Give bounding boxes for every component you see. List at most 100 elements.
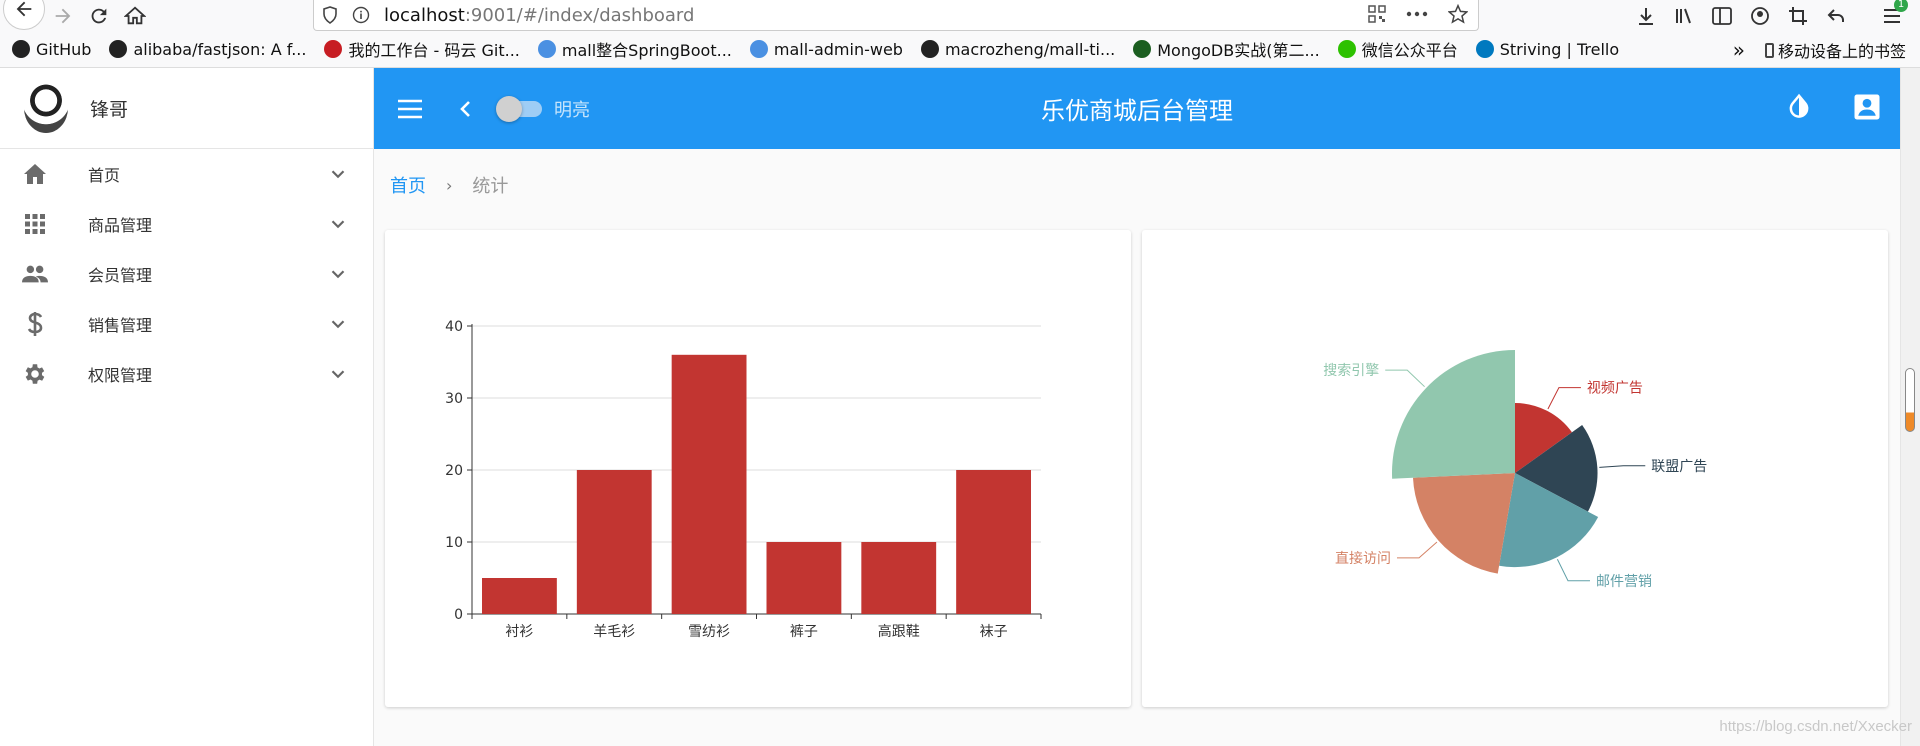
bar[interactable] xyxy=(861,542,937,614)
chevron-left-icon xyxy=(460,100,470,117)
trello-icon xyxy=(1475,40,1494,58)
scrollbar-thumb[interactable] xyxy=(1905,368,1915,432)
label-line xyxy=(1385,369,1425,388)
shop-icon xyxy=(749,40,768,58)
y-tick-label: 20 xyxy=(445,463,463,479)
shield-icon xyxy=(323,6,337,24)
sidebar-item-label: 商品管理 xyxy=(88,216,153,235)
chevron-down-icon[interactable] xyxy=(327,313,349,335)
toggle-knob xyxy=(496,95,522,122)
chevron-down-icon[interactable] xyxy=(327,263,349,285)
home-button[interactable] xyxy=(117,0,153,31)
pie-chart-card: 视频广告联盟广告邮件营销 直接访问 搜索引擎 xyxy=(1142,230,1888,707)
bookmark-item[interactable]: 我的工作台 - 码云 Git... xyxy=(324,37,520,61)
profile-name: 锋哥 xyxy=(90,98,129,121)
book-icon xyxy=(1133,40,1152,58)
star-icon[interactable] xyxy=(1448,4,1468,24)
url-path: :9001/#/index/dashboard xyxy=(464,4,695,26)
bookmark-label: MongoDB实战(第二... xyxy=(1157,41,1320,60)
bookmark-item[interactable]: mall整合SpringBoot... xyxy=(537,37,732,61)
collapse-button[interactable] xyxy=(454,97,478,121)
sidebar-item[interactable]: 会员管理 xyxy=(0,249,373,299)
profile: 锋哥 xyxy=(0,68,373,149)
pie-label: 邮件营销 xyxy=(1596,574,1652,590)
sidebar-item[interactable]: 首页 xyxy=(0,149,373,199)
label-line xyxy=(1547,387,1581,410)
library-icon[interactable] xyxy=(1670,2,1698,30)
url-host: localhost xyxy=(384,4,465,26)
bookmark-label: mall-admin-web xyxy=(773,39,903,59)
pie-slice[interactable] xyxy=(1392,350,1515,479)
chevron-down-icon[interactable] xyxy=(327,363,349,385)
x-tick-label: 高跟鞋 xyxy=(878,623,920,640)
bar-chart: 0 10 20 30 40 衬衫 羊毛衫 雪纺衫 裤子 高跟鞋 袜子 xyxy=(445,319,1042,640)
breadcrumb-home[interactable]: 首页 xyxy=(390,172,426,198)
wechat-icon xyxy=(1337,40,1356,58)
pie-label: 搜索引擎 xyxy=(1323,362,1379,379)
mobile-bookmarks[interactable]: 移动设备上的书签 xyxy=(1764,38,1906,62)
pie-label: 视频广告 xyxy=(1587,381,1643,397)
crop-icon[interactable] xyxy=(1784,2,1812,30)
bookmarks-right: » 移动设备上的书签 xyxy=(1733,38,1906,62)
account-box-icon[interactable] xyxy=(1852,92,1882,122)
sidebar-item-label: 首页 xyxy=(88,166,121,185)
url-bar[interactable]: localhost:9001/#/index/dashboard xyxy=(313,0,1479,31)
sidebar-item[interactable]: 销售管理 xyxy=(0,299,373,349)
invert-colors-icon[interactable] xyxy=(1784,92,1814,122)
back-button[interactable] xyxy=(3,0,45,30)
qr-code-icon[interactable] xyxy=(1368,5,1386,23)
bookmark-label: 我的工作台 - 码云 Git... xyxy=(348,41,520,60)
bookmark-item[interactable]: Striving | Trello xyxy=(1475,40,1619,59)
gear-icon xyxy=(22,361,48,387)
bookmark-label: alibaba/fastjson: A f... xyxy=(133,39,307,59)
app-title: 乐优商城后台管理 xyxy=(1041,97,1233,125)
theme-toggle[interactable] xyxy=(496,95,542,122)
bookmark-item[interactable]: 微信公众平台 xyxy=(1337,37,1458,61)
bar[interactable] xyxy=(482,578,557,614)
bar[interactable] xyxy=(766,542,842,614)
watermark: https://blog.csdn.net/Xxecker xyxy=(1719,718,1912,735)
sidebar-item[interactable]: 权限管理 xyxy=(0,349,373,399)
more-icon[interactable] xyxy=(1406,11,1428,17)
avatar[interactable] xyxy=(24,83,68,133)
x-tick-label: 羊毛衫 xyxy=(593,624,635,640)
undo-icon[interactable] xyxy=(1822,2,1850,30)
sidebar-item[interactable]: 商品管理 xyxy=(0,199,373,249)
bar[interactable] xyxy=(576,470,652,614)
bookmark-item[interactable]: alibaba/fastjson: A f... xyxy=(109,40,306,59)
sidebar-toggle-icon[interactable] xyxy=(1708,2,1736,30)
y-tick-label: 30 xyxy=(445,391,463,407)
menu-icon[interactable]: 1 xyxy=(1878,0,1908,30)
apps-icon xyxy=(22,211,48,237)
url-text: localhost:9001/#/index/dashboard xyxy=(384,5,694,26)
forward-button[interactable] xyxy=(45,0,81,31)
hamburger-button[interactable] xyxy=(394,93,426,125)
chevron-down-icon[interactable] xyxy=(327,213,349,235)
bookmark-item[interactable]: GitHub xyxy=(12,40,91,59)
info-icon xyxy=(352,6,370,24)
x-tick-label: 雪纺衫 xyxy=(688,624,730,640)
bookmark-label: 微信公众平台 xyxy=(1361,41,1458,60)
bookmark-item[interactable]: mall-admin-web xyxy=(749,39,903,59)
bookmark-item[interactable]: macrozheng/mall-ti... xyxy=(920,40,1115,59)
chevron-double-right-icon[interactable]: » xyxy=(1733,38,1745,62)
bookmark-item[interactable]: MongoDB实战(第二... xyxy=(1133,37,1320,61)
pie-label: 联盟广告 xyxy=(1651,459,1707,475)
pie-label: 直接访问 xyxy=(1335,550,1391,567)
mobile-bookmarks-label: 移动设备上的书签 xyxy=(1777,42,1906,61)
update-badge: 1 xyxy=(1894,0,1908,12)
home-outline-icon xyxy=(124,6,146,24)
github-icon xyxy=(109,40,128,58)
bar[interactable] xyxy=(671,354,747,614)
chevron-down-icon[interactable] xyxy=(327,163,349,185)
bar[interactable] xyxy=(956,470,1031,614)
theme-toggle-label: 明亮 xyxy=(554,99,590,121)
breadcrumb-current: 统计 xyxy=(472,176,509,197)
phone-icon xyxy=(1764,42,1774,58)
reload-button[interactable] xyxy=(81,0,117,31)
page-scrollbar[interactable] xyxy=(1900,68,1920,746)
download-icon[interactable] xyxy=(1632,2,1660,30)
chevron-right-icon: › xyxy=(446,175,453,195)
pie-slice[interactable] xyxy=(1412,473,1515,574)
account-icon[interactable] xyxy=(1746,2,1774,30)
